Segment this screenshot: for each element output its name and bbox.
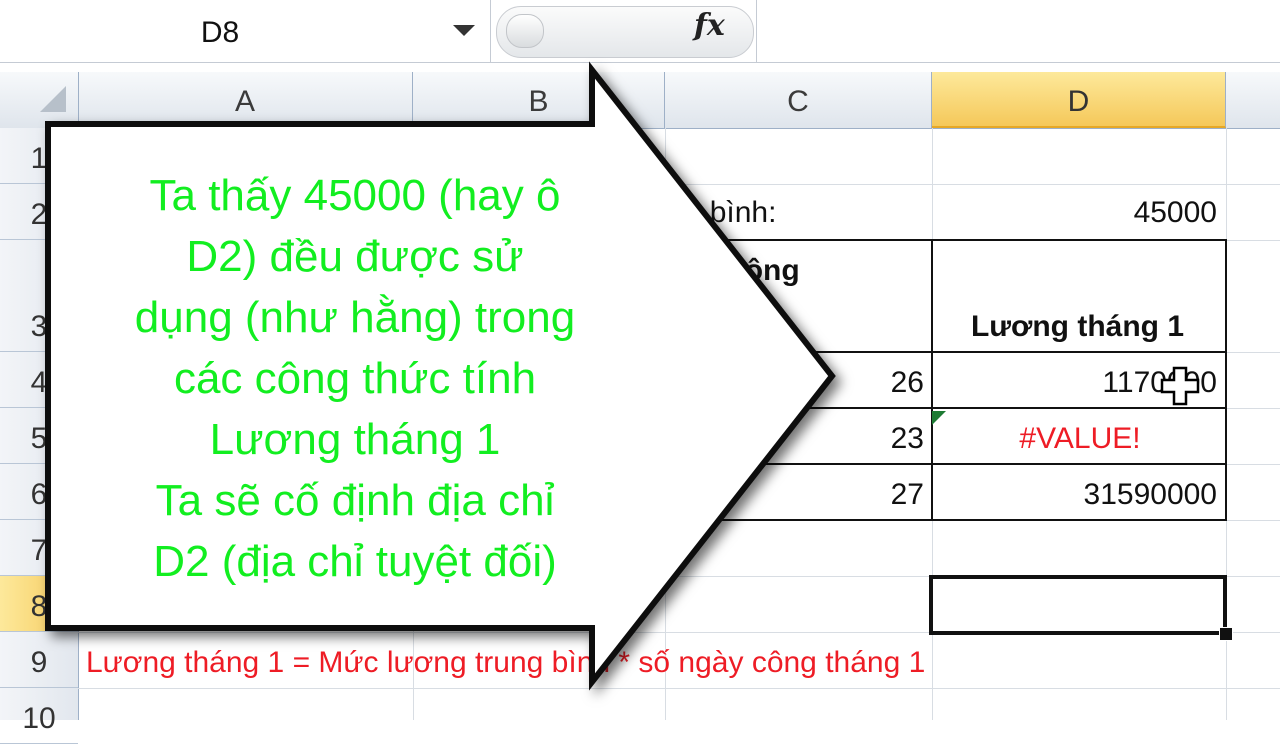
callout-line: Lương tháng 1 (209, 415, 501, 464)
callout-line: D2) đều được sử (186, 232, 524, 281)
error-indicator-icon[interactable] (932, 411, 946, 425)
table-border (931, 239, 933, 521)
cross-cursor-icon (1160, 366, 1200, 406)
cell-d3[interactable]: Lương tháng 1 (935, 310, 1220, 344)
callout-line: Ta sẽ cố định địa chỉ (155, 476, 555, 525)
callout-line: dụng (như hằng) trong (134, 293, 576, 342)
cell-d6[interactable]: 31590000 (935, 478, 1217, 512)
fill-handle[interactable] (1219, 627, 1233, 641)
callout-line: D2 (địa chỉ tuyệt đối) (153, 537, 557, 586)
callout-text: Ta thấy 45000 (hay ô D2) đều được sử dụn… (62, 165, 648, 592)
callout-arrow: Ta thấy 45000 (hay ô D2) đều được sử dụn… (0, 0, 860, 720)
cell-d2[interactable]: 45000 (935, 196, 1217, 230)
column-header-d[interactable]: D (932, 72, 1226, 128)
callout-line: Ta thấy 45000 (hay ô (149, 171, 561, 220)
selected-cell-d8[interactable] (929, 575, 1227, 635)
callout-line: các công thức tính (173, 354, 537, 403)
table-border (1225, 239, 1227, 521)
cell-d5-error[interactable]: #VALUE! (935, 422, 1225, 456)
